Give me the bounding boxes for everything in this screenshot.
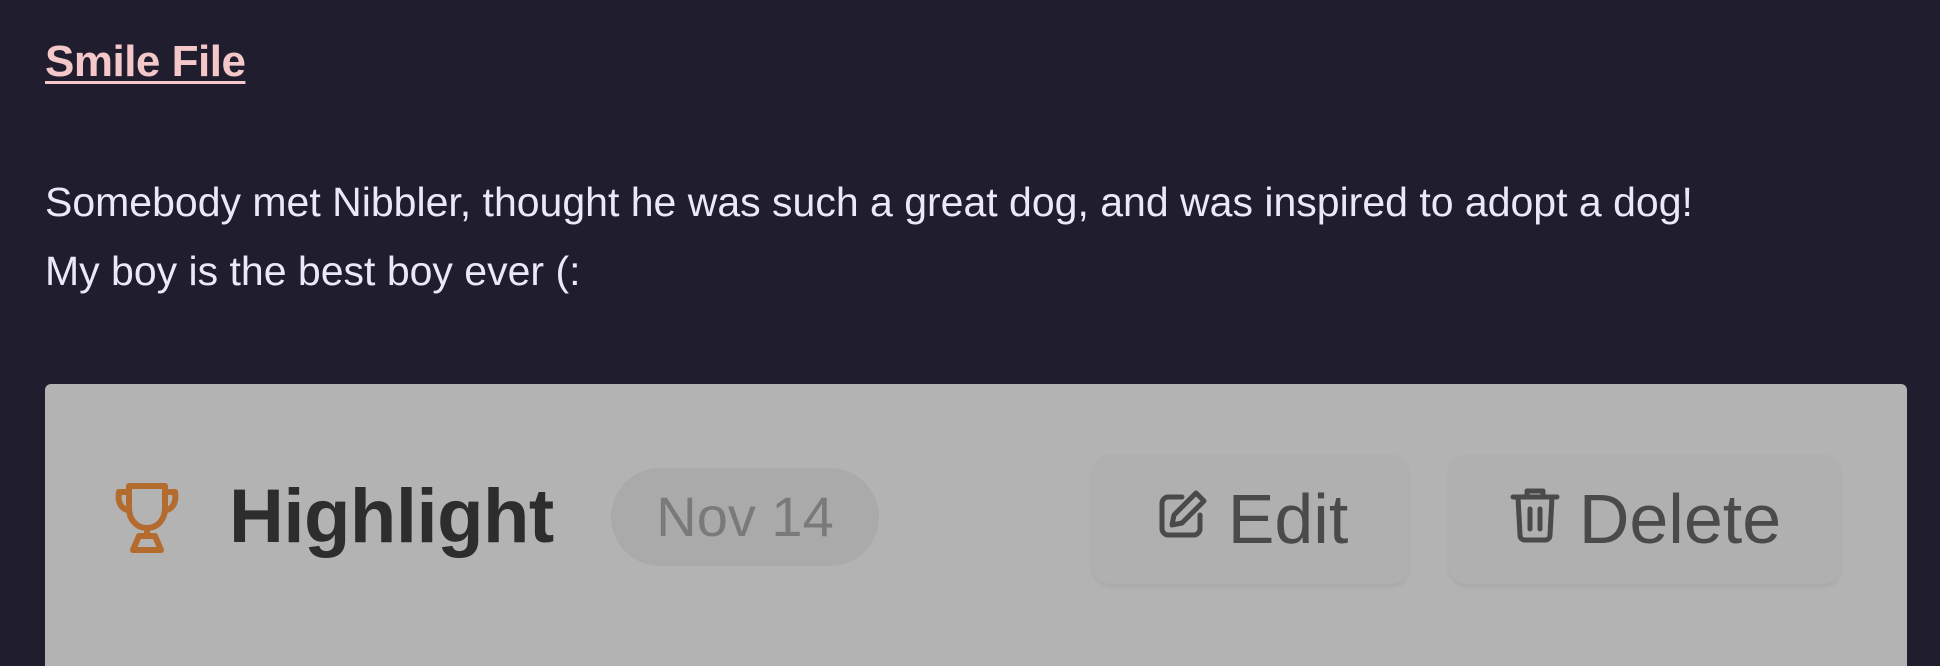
edit-label: Edit — [1227, 480, 1349, 558]
trophy-icon — [111, 480, 183, 556]
delete-button[interactable]: Delete — [1449, 454, 1841, 584]
post-body-line: My boy is the best boy ever (: — [45, 248, 581, 294]
post-body: Somebody met Nibbler, thought he was suc… — [45, 168, 1905, 306]
edit-button[interactable]: Edit — [1093, 454, 1409, 584]
date-badge: Nov 14 — [611, 468, 879, 566]
edit-icon — [1154, 479, 1210, 559]
delete-label: Delete — [1578, 480, 1782, 558]
post-body-line: Somebody met Nibbler, thought he was suc… — [45, 179, 1693, 225]
card-header: Highlight Nov 14 Edit Delete — [45, 384, 1907, 584]
highlight-card: Highlight Nov 14 Edit Delete — [45, 384, 1907, 666]
trash-icon — [1509, 479, 1561, 559]
post-title-link[interactable]: Smile File — [45, 36, 246, 88]
card-title: Highlight — [229, 474, 554, 559]
